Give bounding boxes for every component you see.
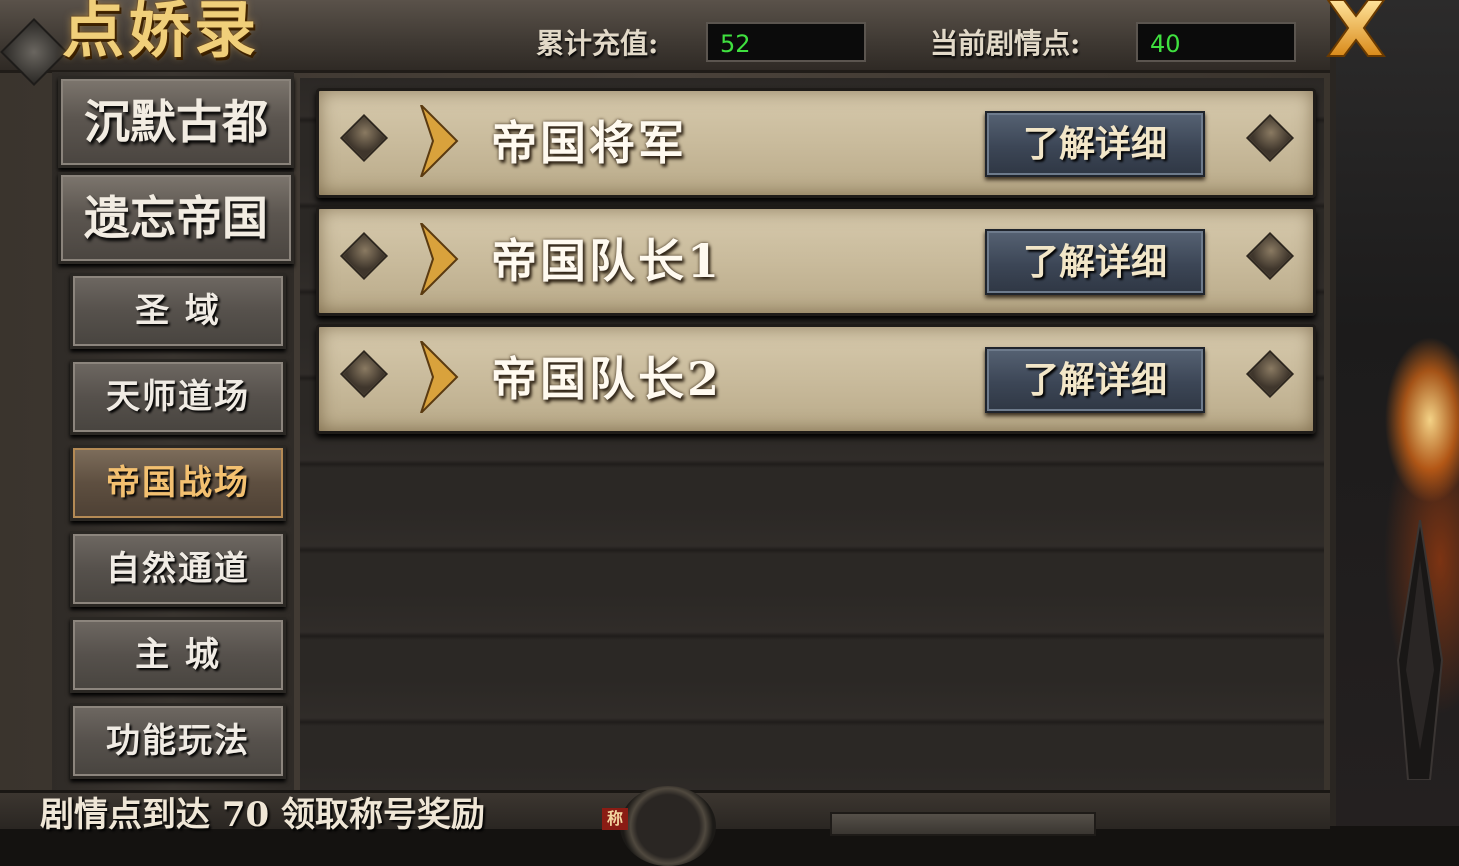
recharge-value: 52: [706, 22, 866, 62]
sidebar-item-main-city[interactable]: 主 城: [70, 617, 286, 693]
recharge-label: 累计充值:: [536, 27, 659, 60]
boss-name: 帝国队长1: [491, 234, 723, 288]
spike-decoration-icon: [1396, 520, 1444, 780]
gold-arrow-icon: [420, 223, 459, 295]
gold-arrow-icon: [420, 341, 459, 413]
diamond-stud-icon: [1245, 349, 1295, 399]
sidebar-item-features[interactable]: 功能玩法: [70, 703, 286, 779]
list-item: 帝国队长2 了解详细: [316, 324, 1316, 434]
boss-name: 帝国将军: [491, 116, 687, 170]
reward-hint-text: 剧情点到达 70 领取称号奖励: [40, 795, 485, 835]
title-reward-icon[interactable]: [620, 786, 716, 866]
details-button[interactable]: 了解详细: [985, 347, 1205, 413]
list-item: 帝国队长1 了解详细: [316, 206, 1316, 316]
diamond-stud-icon: [1245, 113, 1295, 163]
diamond-stud-icon: [339, 113, 389, 163]
diamond-stud-icon: [339, 349, 389, 399]
tab-silent-ancient-capital[interactable]: 沉默古都: [58, 76, 294, 168]
sidebar-item-holy-domain[interactable]: 圣 域: [70, 273, 286, 349]
sidebar-item-taoist-arena[interactable]: 天师道场: [70, 359, 286, 435]
gold-arrow-icon: [420, 105, 459, 177]
diamond-stud-icon: [1245, 231, 1295, 281]
window-title: 点娇录: [62, 0, 261, 66]
title-badge: 称: [602, 808, 628, 830]
sidebar-item-nature-passage[interactable]: 自然通道: [70, 531, 286, 607]
close-icon[interactable]: [1318, 0, 1390, 60]
boss-name: 帝国队长2: [491, 352, 723, 406]
tab-forgotten-empire[interactable]: 遗忘帝国: [58, 172, 294, 264]
diamond-stud-icon: [339, 231, 389, 281]
details-button[interactable]: 了解详细: [985, 229, 1205, 295]
plot-points-label: 当前剧情点:: [930, 27, 1081, 60]
sidebar-item-empire-battlefield[interactable]: 帝国战场: [70, 445, 286, 521]
claim-reward-button[interactable]: [830, 812, 1096, 836]
plot-points-value: 40: [1136, 22, 1296, 62]
details-button[interactable]: 了解详细: [985, 111, 1205, 177]
list-item: 帝国将军 了解详细: [316, 88, 1316, 198]
